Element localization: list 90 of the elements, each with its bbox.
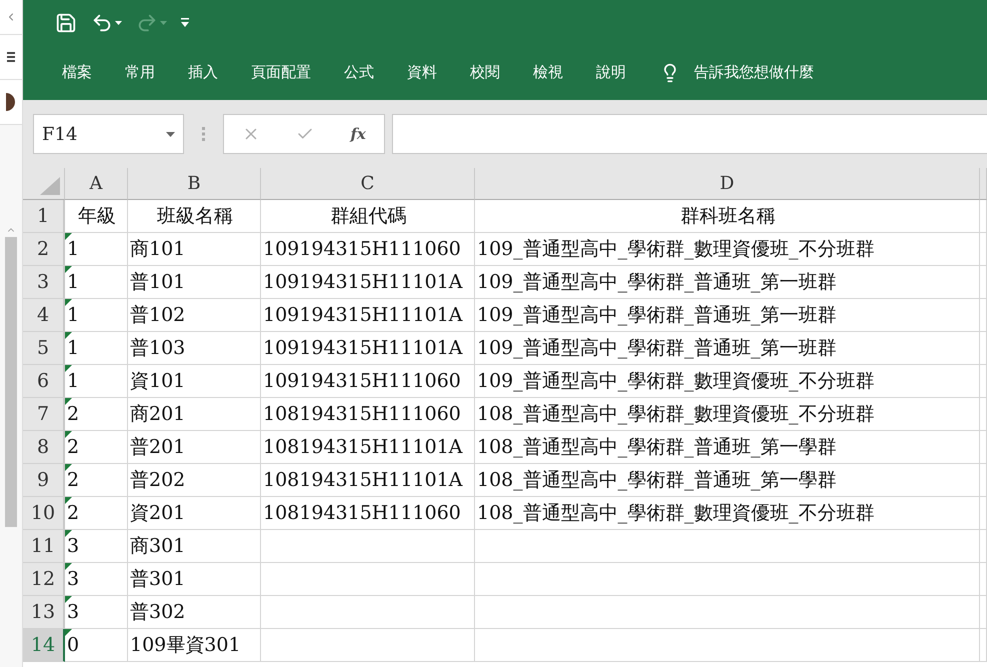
ribbon-tab[interactable]: 校閱 bbox=[457, 57, 513, 88]
table-cell: 109194315H11101A bbox=[263, 271, 463, 293]
table-cell: 3 bbox=[67, 535, 80, 557]
table-cell-text: 商101 bbox=[130, 237, 186, 262]
ribbon-tab[interactable]: 常用 bbox=[112, 57, 168, 88]
table-cell-text: 109_普通型高中_學術群_普通班_第一班群 bbox=[477, 303, 836, 328]
row-header[interactable]: 5 bbox=[23, 332, 65, 365]
table-cell-text: 109_普通型高中_學術群_普通班_第一班群 bbox=[477, 336, 836, 361]
caret-icon[interactable] bbox=[115, 20, 122, 24]
table-cell-text: 普103 bbox=[130, 336, 186, 361]
row-header[interactable]: 12 bbox=[23, 563, 65, 596]
table-cell-text: 群組代碼 bbox=[330, 204, 406, 229]
table-cell-text: 班級名稱 bbox=[157, 204, 233, 229]
table-cell: 2 bbox=[67, 502, 80, 524]
formula-bar-field[interactable] bbox=[392, 114, 987, 154]
tell-me-search[interactable]: 告訴我您想做什麼 bbox=[694, 63, 814, 82]
table-cell-text: 普201 bbox=[130, 435, 186, 460]
table-cell: 1 bbox=[67, 304, 80, 326]
redo-icon[interactable] bbox=[136, 12, 158, 34]
table-cell-text: 108_普通型高中_學術群_普通班_第一學群 bbox=[477, 435, 836, 460]
ribbon-tab[interactable]: 檢視 bbox=[520, 57, 576, 88]
column-header[interactable]: D bbox=[475, 168, 980, 200]
table-cell: 109194315H11101A bbox=[263, 304, 463, 326]
table-cell: 109194315H111060 bbox=[263, 238, 461, 260]
table-cell: 108194315H11101A bbox=[263, 436, 463, 458]
table-cell: 108194315H111060 bbox=[263, 403, 461, 425]
table-cell-text: 108_普通型高中_學術群_普通班_第一學群 bbox=[477, 468, 836, 493]
column-header[interactable]: B bbox=[128, 168, 261, 200]
table-cell: 109194315H11101A bbox=[263, 337, 463, 359]
table-cell: 3 bbox=[67, 568, 80, 590]
row-header[interactable]: 13 bbox=[23, 596, 65, 629]
table-cell: 1 bbox=[67, 238, 80, 260]
table-cell-text: 資201 bbox=[130, 501, 186, 526]
table-cell-text: 109_普通型高中_學術群_普通班_第一班群 bbox=[477, 270, 836, 295]
table-cell-text: 資101 bbox=[130, 369, 186, 394]
table-cell: 3 bbox=[67, 601, 80, 623]
row-header[interactable]: 4 bbox=[23, 299, 65, 332]
table-cell-text: 普202 bbox=[130, 468, 186, 493]
customize-toolbar-icon[interactable] bbox=[181, 18, 189, 27]
save-icon[interactable] bbox=[55, 12, 77, 34]
table-cell-text: 普101 bbox=[130, 270, 186, 295]
row-header[interactable]: 6 bbox=[23, 365, 65, 398]
table-cell: 109194315H111060 bbox=[263, 370, 461, 392]
table-cell-text: 群科班名稱 bbox=[680, 204, 776, 229]
drag-handle-icon[interactable] bbox=[202, 127, 205, 141]
column-header[interactable]: A bbox=[65, 168, 128, 200]
scrollbar-thumb[interactable] bbox=[5, 237, 17, 527]
table-cell-text: 商201 bbox=[130, 402, 186, 427]
ribbon-tab[interactable]: 公式 bbox=[331, 57, 387, 88]
table-cell: 108194315H11101A bbox=[263, 469, 463, 491]
row-header[interactable]: 3 bbox=[23, 266, 65, 299]
row-header[interactable]: 8 bbox=[23, 431, 65, 464]
ribbon-tab[interactable]: 資料 bbox=[394, 57, 450, 88]
name-box[interactable]: F14 bbox=[33, 114, 184, 154]
table-cell: 2 bbox=[67, 469, 80, 491]
row-header[interactable]: 14 bbox=[23, 629, 65, 662]
ribbon-tab[interactable]: 頁面配置 bbox=[238, 57, 324, 88]
table-cell: 2 bbox=[67, 403, 80, 425]
table-cell: 0 bbox=[67, 634, 80, 656]
row-header[interactable]: 7 bbox=[23, 398, 65, 431]
row-header[interactable]: 9 bbox=[23, 464, 65, 497]
table-cell: 1 bbox=[67, 271, 80, 293]
select-all-icon[interactable] bbox=[40, 177, 60, 195]
table-cell: 1 bbox=[67, 370, 80, 392]
table-cell-text: 108_普通型高中_學術群_數理資優班_不分班群 bbox=[477, 402, 874, 427]
ribbon-tab[interactable]: 說明 bbox=[583, 57, 639, 88]
column-header[interactable]: C bbox=[261, 168, 475, 200]
table-cell-text: 普301 bbox=[130, 567, 186, 592]
table-cell-text: 普102 bbox=[130, 303, 186, 328]
row-header[interactable]: 10 bbox=[23, 497, 65, 530]
insert-function-button[interactable]: fx bbox=[350, 125, 366, 143]
table-cell: 108194315H111060 bbox=[263, 502, 461, 524]
table-cell-text: 普302 bbox=[130, 600, 186, 625]
undo-icon[interactable] bbox=[91, 12, 113, 34]
table-cell-text: 109畢資301 bbox=[130, 633, 241, 658]
ribbon-tab[interactable]: 插入 bbox=[175, 57, 231, 88]
ribbon-tab[interactable]: 檔案 bbox=[49, 57, 105, 88]
table-cell-text: 109_普通型高中_學術群_數理資優班_不分班群 bbox=[477, 237, 874, 262]
table-cell-text: 商301 bbox=[130, 534, 186, 559]
table-cell: 2 bbox=[67, 436, 80, 458]
row-header[interactable]: 1 bbox=[23, 200, 65, 233]
table-cell: 1 bbox=[67, 337, 80, 359]
column-header[interactable] bbox=[980, 168, 987, 200]
table-cell-text: 108_普通型高中_學術群_數理資優班_不分班群 bbox=[477, 501, 874, 526]
list-icon[interactable] bbox=[7, 51, 15, 63]
table-cell-text: 年級 bbox=[78, 204, 116, 229]
round-avatar-icon[interactable] bbox=[6, 93, 16, 111]
table-cell-text: 109_普通型高中_學術群_數理資優班_不分班群 bbox=[477, 369, 874, 394]
row-header[interactable]: 2 bbox=[23, 233, 65, 266]
row-header[interactable]: 11 bbox=[23, 530, 65, 563]
